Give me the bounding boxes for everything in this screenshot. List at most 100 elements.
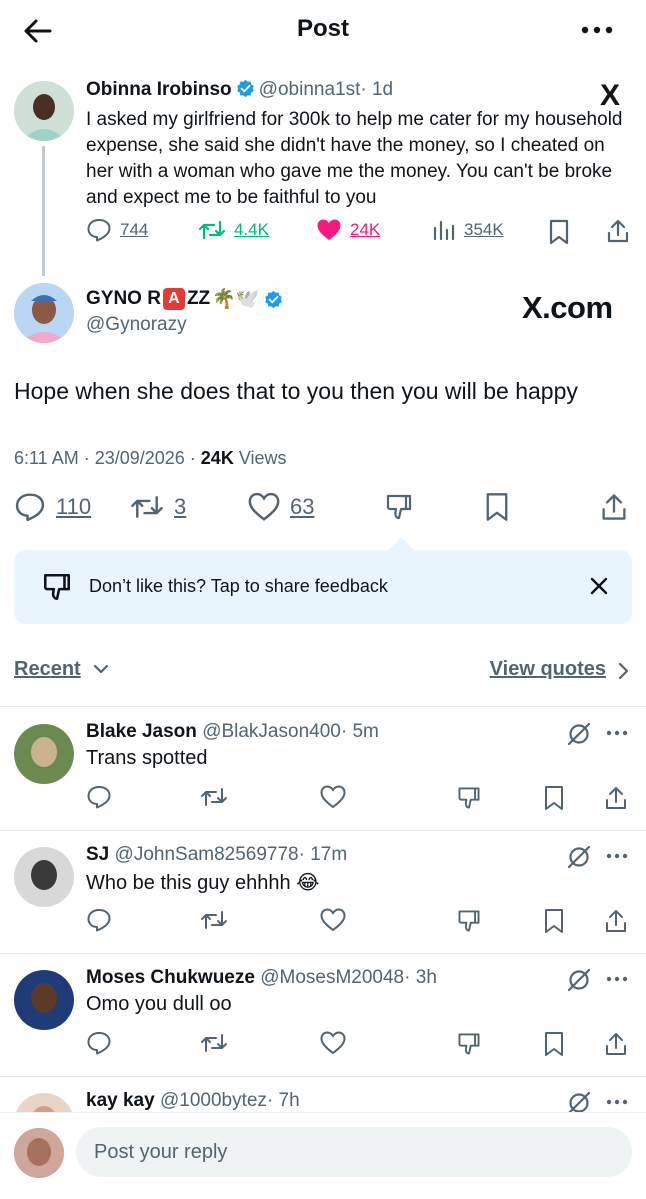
heart-icon[interactable] [320, 785, 346, 809]
reply-author-handle[interactable]: @MosesM20048 [260, 967, 404, 988]
main-post-meta: 6:11 AM · 23/09/2026 · 24K Views [14, 448, 287, 469]
reply-author-handle[interactable]: @BlakJason400 [202, 721, 341, 742]
main-post-views-label: Views [233, 448, 287, 468]
parent-post-actions: 744 4.4K 24K 354K [86, 218, 636, 248]
parent-reply-button[interactable]: 744 [86, 218, 148, 242]
reply-icon [15, 493, 45, 522]
main-author-name[interactable]: GYNO R A ZZ 🌴🕊️ [86, 287, 287, 311]
reply-actions [86, 1031, 636, 1061]
parent-author-handle[interactable]: @obinna1st [259, 79, 361, 100]
bookmark-icon[interactable] [543, 1031, 565, 1057]
top-bar: Post [0, 0, 646, 60]
parent-author-name[interactable]: Obinna Irobinso [86, 79, 232, 100]
close-icon[interactable] [588, 575, 610, 597]
reply-time: · 7h [266, 1090, 300, 1111]
more-options-icon[interactable] [580, 22, 614, 38]
more-options-icon[interactable] [606, 852, 628, 860]
bookmark-icon[interactable] [548, 219, 570, 245]
bookmark-icon[interactable] [484, 492, 510, 522]
main-repost-button[interactable]: 3 [130, 492, 186, 522]
main-post-avatar[interactable] [14, 283, 74, 343]
reply-author-handle[interactable]: @1000bytez [160, 1090, 267, 1111]
share-icon[interactable] [604, 908, 628, 934]
heart-filled-icon [317, 219, 341, 240]
reply-composer [0, 1112, 646, 1199]
reply-avatar[interactable] [14, 724, 74, 784]
main-author-handle[interactable]: @Gynorazy [86, 314, 187, 336]
main-post-timestamp[interactable]: 6:11 AM · 23/09/2026 · [14, 448, 201, 468]
share-icon[interactable] [604, 1031, 628, 1057]
reply-item[interactable]: Blake Jason @BlakJason400· 5m Trans spott… [0, 707, 646, 829]
heart-icon[interactable] [320, 908, 346, 932]
share-icon[interactable] [604, 785, 628, 811]
parent-repost-count: 4.4K [234, 220, 269, 239]
feedback-prompt[interactable]: Don’t like this? Tap to share feedback [14, 537, 632, 624]
main-reply-button[interactable]: 110 [14, 492, 91, 522]
composer-avatar[interactable] [14, 1128, 64, 1178]
main-like-button[interactable]: 63 [248, 492, 314, 522]
reply-author-name[interactable]: Blake Jason [86, 721, 197, 742]
views-chart-icon [433, 220, 455, 241]
page-title: Post [296, 15, 349, 42]
reply-item[interactable]: Moses Chukwueze @MosesM20048· 3h Omo you … [0, 953, 646, 1075]
reply-time: · 3h [404, 967, 437, 988]
reply-text: Omo you dull oo [86, 993, 232, 1015]
downvote-icon[interactable] [456, 908, 482, 934]
main-author-name-part: ZZ [186, 288, 211, 309]
reply-text: Who be this guy ehhhh 😂 [86, 872, 320, 894]
bookmark-icon[interactable] [543, 785, 565, 811]
reply-icon[interactable] [86, 785, 112, 809]
heart-icon [248, 492, 280, 521]
boxed-letter-badge: A [162, 288, 185, 310]
sort-recent-dropdown[interactable]: Recent [14, 658, 81, 681]
downvote-icon[interactable] [384, 492, 414, 522]
share-icon[interactable] [606, 218, 630, 244]
reply-text: Trans spotted [86, 747, 208, 769]
reply-author-name[interactable]: SJ [86, 844, 109, 865]
chevron-down-icon[interactable] [92, 662, 110, 676]
reply-icon[interactable] [86, 1031, 112, 1055]
more-options-icon[interactable] [606, 1098, 628, 1106]
reply-time: · 17m [298, 844, 348, 865]
parent-views-button[interactable]: 354K [432, 218, 504, 242]
repost-icon [131, 496, 163, 518]
reply-actions [86, 785, 636, 815]
reply-author-name[interactable]: kay kay [86, 1090, 155, 1111]
parent-reply-count: 744 [120, 220, 149, 239]
bookmark-icon[interactable] [543, 908, 565, 934]
parent-like-button[interactable]: 24K [316, 218, 380, 242]
repost-icon[interactable] [200, 1031, 228, 1055]
reply-avatar[interactable] [14, 970, 74, 1030]
parent-like-count: 24K [350, 220, 381, 239]
share-icon[interactable] [600, 492, 628, 522]
verified-badge-icon [236, 79, 254, 98]
more-options-icon[interactable] [606, 729, 628, 737]
main-author-name-part: GYNO R [86, 288, 161, 309]
xcom-watermark: X.com [522, 290, 613, 325]
reply-item[interactable]: SJ @JohnSam82569778· 17m Who be this guy … [0, 830, 646, 952]
grok-icon[interactable] [566, 721, 592, 747]
heart-icon[interactable] [320, 1031, 346, 1055]
name-emoji: 🌴🕊️ [212, 289, 260, 310]
grok-icon[interactable] [566, 844, 592, 870]
more-options-icon[interactable] [606, 975, 628, 983]
main-like-count: 63 [290, 494, 315, 519]
downvote-icon[interactable] [456, 1031, 482, 1057]
reply-header: kay kay @1000bytez· 7h [86, 1090, 300, 1112]
downvote-icon [43, 573, 71, 601]
main-repost-count: 3 [174, 494, 187, 519]
parent-post-avatar[interactable] [14, 81, 74, 141]
chevron-right-icon[interactable] [616, 661, 630, 681]
parent-repost-button[interactable]: 4.4K [198, 218, 269, 242]
reply-input[interactable] [76, 1127, 632, 1177]
repost-icon[interactable] [200, 785, 228, 809]
repost-icon[interactable] [200, 908, 228, 932]
reply-author-handle[interactable]: @JohnSam82569778 [115, 844, 299, 865]
reply-author-name[interactable]: Moses Chukwueze [86, 967, 255, 988]
reply-avatar[interactable] [14, 847, 74, 907]
downvote-icon[interactable] [456, 785, 482, 811]
grok-icon[interactable] [566, 967, 592, 993]
view-quotes-link[interactable]: View quotes [490, 658, 606, 681]
parent-post-time: · 1d [360, 79, 394, 100]
reply-icon[interactable] [86, 908, 112, 932]
